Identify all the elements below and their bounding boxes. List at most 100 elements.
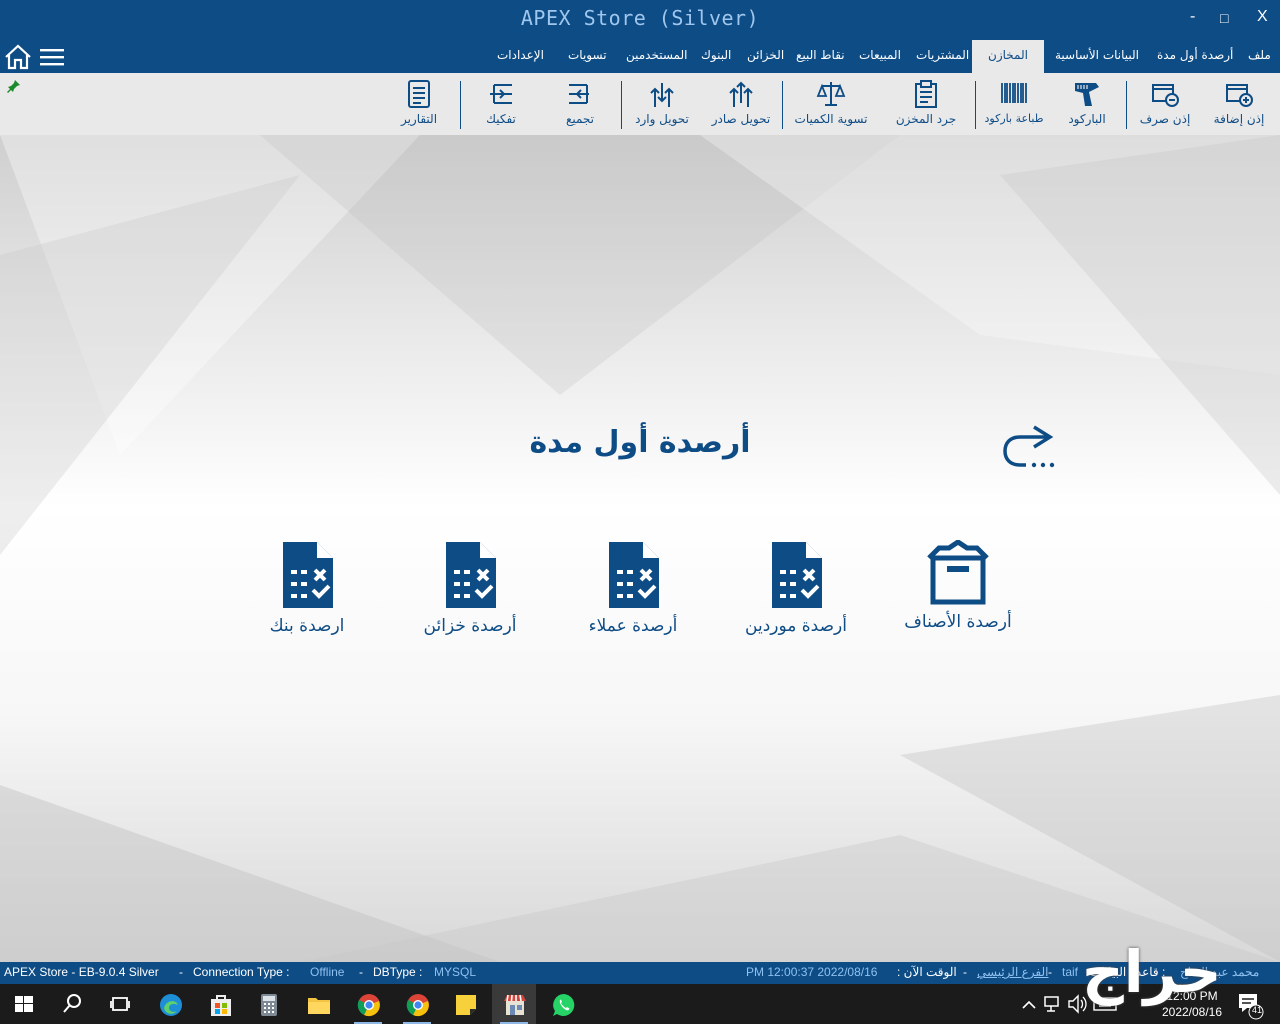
disassemble-button[interactable]: تفكيك — [476, 79, 526, 133]
search-button[interactable] — [50, 984, 94, 1024]
status-dbtype-label: DBType : — [373, 965, 423, 979]
status-separator: - — [359, 965, 363, 979]
document-check-icon — [283, 542, 333, 608]
tile-treasuries-balances[interactable]: أرصدة خزائن — [400, 540, 540, 636]
assemble-button[interactable]: تجميع — [554, 79, 606, 133]
taskbar-chrome-2[interactable] — [395, 984, 439, 1024]
toolbar-separator — [1126, 81, 1127, 129]
status-app-version: APEX Store - EB-9.0.4 Silver — [4, 965, 159, 979]
print-barcode-button[interactable]: طباعة باركود — [984, 79, 1044, 133]
status-datetime: PM 12:00:37 2022/08/16 — [746, 965, 878, 979]
document-check-icon — [446, 542, 496, 608]
tab-banks[interactable]: البنوك — [701, 40, 731, 73]
toolbar-separator — [975, 81, 976, 129]
calculator-icon — [261, 994, 277, 1016]
document-check-icon — [772, 542, 822, 608]
toolbar-separator — [460, 81, 461, 129]
transfer-in-button[interactable]: تحويل وارد — [630, 79, 694, 133]
inventory-clipboard-icon — [915, 80, 937, 108]
start-button[interactable] — [2, 984, 46, 1024]
taskbar-apex-store[interactable] — [492, 984, 536, 1024]
notification-count-badge: 41 — [1251, 1005, 1262, 1015]
taskbar-whatsapp[interactable] — [541, 984, 585, 1024]
taskbar-sticky-notes[interactable] — [443, 984, 487, 1024]
tab-sales[interactable]: المبيعات — [859, 40, 901, 73]
disassemble-label: تفكيك — [486, 112, 516, 126]
tab-users[interactable]: المستخدمين — [626, 40, 687, 73]
tab-warehouses[interactable]: المخازن — [972, 40, 1044, 73]
taskbar-store[interactable] — [198, 984, 242, 1024]
chrome-icon — [357, 994, 380, 1017]
page-title: أرصدة أول مدة — [529, 425, 751, 460]
status-separator: - — [179, 965, 183, 979]
title-bar: APEX Store (Silver) - □ X — [0, 0, 1280, 40]
tile-customers-balances-label: أرصدة عملاء — [588, 616, 678, 636]
status-dbtype-value: MYSQL — [434, 965, 477, 979]
tile-bank-balances[interactable]: ارصدة بنك — [237, 540, 377, 636]
tab-basic-data[interactable]: البيانات الأساسية — [1055, 40, 1139, 73]
back-arrow-icon[interactable] — [1000, 423, 1060, 473]
folder-icon — [308, 998, 330, 1014]
tile-suppliers-balances-label: أرصدة موردين — [745, 616, 847, 636]
clock-date: 2022/08/16 — [1161, 1005, 1223, 1019]
status-connection-label: Connection Type : — [193, 965, 290, 979]
whatsapp-icon — [553, 994, 575, 1016]
tab-settings[interactable]: الإعدادات — [497, 40, 544, 73]
notification-center-icon[interactable] — [1236, 984, 1264, 1024]
tab-pos[interactable]: نقاط البيع — [796, 40, 845, 73]
tab-opening-balances[interactable]: أرصدة أول مدة — [1157, 40, 1233, 73]
tab-settlements[interactable]: تسويات — [568, 40, 607, 73]
sticky-notes-icon — [456, 995, 476, 1015]
dispense-permit-label: إذن صرف — [1139, 112, 1191, 126]
disassemble-icon — [490, 84, 512, 104]
dispense-permit-icon — [1152, 84, 1179, 107]
pin-icon[interactable] — [6, 78, 22, 94]
tile-items-balances-label: أرصدة الأصناف — [904, 612, 1012, 632]
barcode-scanner-button[interactable]: الباركود — [1058, 79, 1116, 133]
quantity-settlement-label: تسوية الكميات — [794, 112, 868, 126]
status-branch[interactable]: الفرع الرئيسي — [977, 962, 1048, 982]
task-view-icon — [110, 997, 130, 1011]
taskbar-edge[interactable] — [148, 984, 192, 1024]
taskbar-calculator[interactable] — [246, 984, 290, 1024]
task-view-button[interactable] — [98, 984, 142, 1024]
chevron-up-icon[interactable] — [1020, 984, 1038, 1024]
tile-customers-balances[interactable]: أرصدة عملاء — [563, 540, 703, 636]
tab-treasuries[interactable]: الخزائن — [747, 40, 784, 73]
ribbon-tabs: ملف أرصدة أول مدة البيانات الأساسية المخ… — [0, 40, 1280, 73]
transfer-in-label: تحويل وارد — [635, 112, 689, 126]
taskbar-chrome-1[interactable] — [346, 984, 390, 1024]
add-permit-button[interactable]: إذن إضافة — [1208, 79, 1270, 133]
minimize-button[interactable]: - — [1190, 8, 1195, 26]
dispense-permit-button[interactable]: إذن صرف — [1134, 79, 1196, 133]
status-separator: - — [963, 965, 967, 979]
taskbar-file-explorer[interactable] — [296, 984, 340, 1024]
tab-file[interactable]: ملف — [1248, 40, 1271, 73]
window-title: APEX Store (Silver) — [520, 6, 760, 30]
add-permit-label: إذن إضافة — [1213, 112, 1265, 126]
network-icon[interactable] — [1042, 984, 1064, 1024]
home-icon[interactable] — [4, 44, 32, 70]
document-check-icon — [609, 542, 659, 608]
quantity-settlement-button[interactable]: تسوية الكميات — [790, 79, 872, 133]
add-permit-icon — [1226, 84, 1253, 107]
ribbon-toolbar: إذن إضافة إذن صرف الباركود طباعة باركود … — [0, 73, 1280, 135]
transfer-in-icon — [650, 83, 674, 107]
main-content: أرصدة أول مدة أرصدة الأصناف أرصدة موردين — [0, 135, 1280, 962]
transfer-out-button[interactable]: تحويل صادر — [706, 79, 776, 133]
status-user: taif — [1062, 965, 1079, 979]
chrome-icon — [406, 994, 429, 1017]
haraj-watermark: حراج — [1082, 938, 1222, 1006]
windows-logo-icon — [15, 996, 33, 1012]
hamburger-menu-icon[interactable] — [38, 46, 66, 68]
transfer-out-icon — [729, 81, 753, 107]
status-now-label: الوقت الآن : — [897, 965, 957, 979]
inventory-count-button[interactable]: جرد المخزن — [892, 79, 960, 133]
reports-button[interactable]: التقارير — [394, 79, 444, 133]
tile-items-balances[interactable]: أرصدة الأصناف — [888, 540, 1028, 632]
reports-label: التقارير — [400, 112, 438, 126]
close-button[interactable]: X — [1257, 8, 1268, 26]
tile-suppliers-balances[interactable]: أرصدة موردين — [726, 540, 866, 636]
tab-purchases[interactable]: المشتريات — [916, 40, 969, 73]
maximize-button[interactable]: □ — [1220, 10, 1228, 26]
